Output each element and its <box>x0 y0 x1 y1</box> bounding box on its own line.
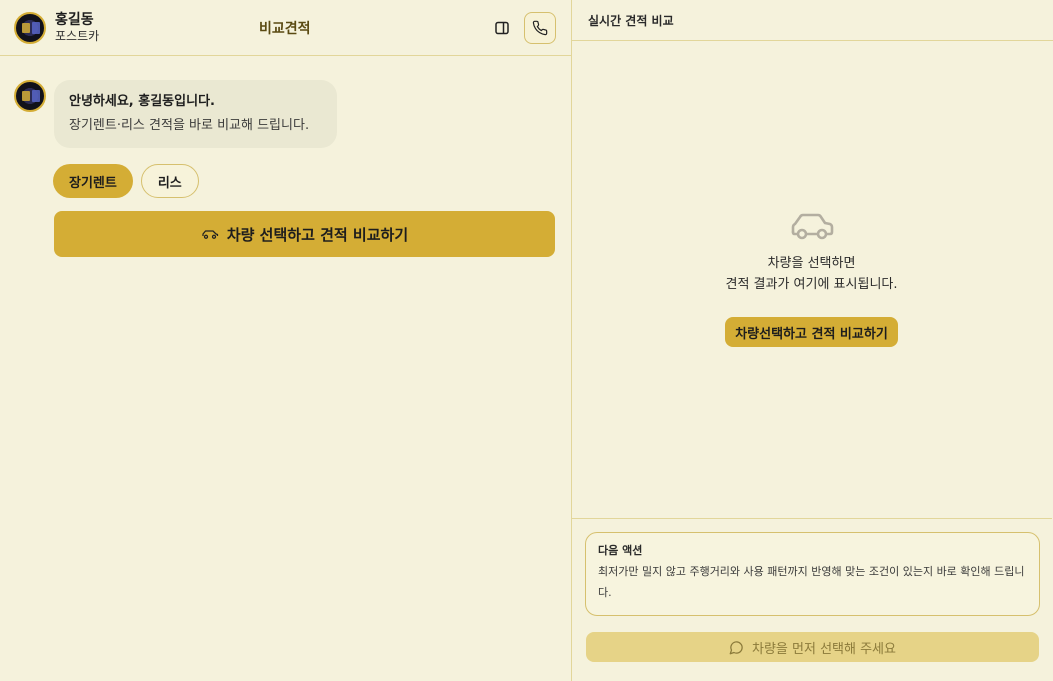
chat-bubble-icon <box>729 640 743 654</box>
next-action-card: 다음 액션 최저가만 밀지 않고 주행거리와 사용 패턴까지 반영해 맞는 조건… <box>585 532 1040 616</box>
chat-header: 홍길동 포스트카 비교견적 <box>0 0 571 56</box>
next-action-title: 다음 액션 <box>598 544 643 557</box>
empty-state-text: 차량을 선택하면 견적 결과가 여기에 표시됩니다. <box>725 253 897 295</box>
message-bubble: 안녕하세요, 홍길동입니다. 장기렌트·리스 견적을 바로 비교해 드립니다. <box>54 80 337 148</box>
car-icon <box>791 213 833 240</box>
empty-state-line-2: 견적 결과가 여기에 표시됩니다. <box>725 277 898 292</box>
chat-panel: 홍길동 포스트카 비교견적 안녕하세요, 홍길동입니다. 장기렌트·리스 견적을… <box>0 0 572 681</box>
panel-toggle-button[interactable] <box>486 12 518 44</box>
agent-company: 포스트카 <box>55 28 100 43</box>
phone-icon <box>532 20 548 36</box>
agent-name: 홍길동 <box>55 11 94 28</box>
chip-lease[interactable]: 리스 <box>140 164 199 198</box>
agent-message: 안녕하세요, 홍길동입니다. 장기렌트·리스 견적을 바로 비교해 드립니다. <box>14 80 557 148</box>
agent-info: 홍길동 포스트카 <box>55 12 99 44</box>
agent-avatar <box>14 11 46 44</box>
greeting-subtitle: 장기렌트·리스 견적을 바로 비교해 드립니다. <box>69 118 310 133</box>
quote-panel-footer: 다음 액션 최저가만 밀지 않고 주행거리와 사용 패턴까지 반영해 맞는 조건… <box>572 518 1052 681</box>
empty-state-select-vehicle-button[interactable]: 차량선택하고 견적 비교하기 <box>725 317 898 347</box>
call-button[interactable] <box>524 12 556 44</box>
empty-state-line-1: 차량을 선택하면 <box>767 256 856 271</box>
next-action-body: 최저가만 밀지 않고 주행거리와 사용 패턴까지 반영해 맞는 조건이 있는지 … <box>598 565 1025 599</box>
quote-panel: 실시간 견적 비교 차량을 선택하면 견적 결과가 여기에 표시됩니다. 차량선… <box>572 0 1053 681</box>
product-type-chips: 장기렌트 리스 <box>53 164 557 198</box>
send-message-button-label: 차량을 먼저 선택해 주세요 <box>752 641 896 657</box>
select-vehicle-compare-button[interactable]: 차량 선택하고 견적 비교하기 <box>54 211 555 257</box>
chat-thread: 안녕하세요, 홍길동입니다. 장기렌트·리스 견적을 바로 비교해 드립니다. … <box>0 56 571 257</box>
sidebar-toggle-icon <box>495 21 509 35</box>
chip-long-term-rent[interactable]: 장기렌트 <box>53 164 133 198</box>
select-vehicle-compare-label: 차량 선택하고 견적 비교하기 <box>226 225 409 244</box>
car-icon <box>202 230 218 239</box>
quote-panel-title: 실시간 견적 비교 <box>588 13 674 28</box>
app: 홍길동 포스트카 비교견적 안녕하세요, 홍길동입니다. 장기렌트·리스 견적을… <box>0 0 1053 681</box>
page-title: 비교견적 <box>259 21 311 37</box>
quote-panel-header: 실시간 견적 비교 <box>572 0 1053 41</box>
send-message-button-disabled: 차량을 먼저 선택해 주세요 <box>586 632 1039 662</box>
empty-state: 차량을 선택하면 견적 결과가 여기에 표시됩니다. 차량선택하고 견적 비교하… <box>572 41 1051 518</box>
greeting-title: 안녕하세요, 홍길동입니다. <box>69 94 215 109</box>
message-avatar <box>14 80 46 112</box>
